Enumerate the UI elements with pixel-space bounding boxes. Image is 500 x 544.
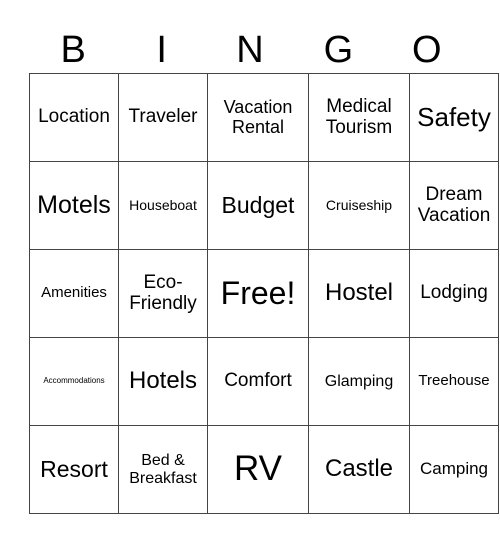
grid-row: Motels Houseboat Budget Cruiseship Dream Vac… [29, 161, 499, 250]
header-letter-n: N [236, 29, 264, 71]
bingo-cell[interactable]: Amenities [29, 249, 119, 338]
bingo-cell[interactable]: Safety [409, 73, 499, 162]
bingo-cell[interactable]: Comfort [207, 337, 309, 426]
header-letter-g: G [323, 29, 354, 71]
bingo-cell[interactable]: Vacation Rental [207, 73, 309, 162]
bingo-cell[interactable]: Camping [409, 425, 499, 514]
bingo-cell[interactable]: Hostel [308, 249, 410, 338]
bingo-cell[interactable]: Eco-Friendly [118, 249, 208, 338]
bingo-cell[interactable]: RV [207, 425, 309, 514]
header-letter-i: I [156, 29, 167, 71]
grid-row: Amenities Eco-Friendly Free! Hostel Lodging [29, 249, 499, 338]
header-letter-b: B [60, 29, 86, 71]
bingo-cell[interactable]: Accommodations [29, 337, 119, 426]
bingo-cell[interactable]: Hotels [118, 337, 208, 426]
bingo-grid: Location Traveler Vacation Rental Medical T… [29, 73, 499, 514]
bingo-cell[interactable]: Dream Vacation [409, 161, 499, 250]
free-space-cell[interactable]: Free! [207, 249, 309, 338]
bingo-cell[interactable]: Traveler [118, 73, 208, 162]
bingo-cell[interactable]: Resort [29, 425, 119, 514]
bingo-cell[interactable]: Bed & Breakfast [118, 425, 208, 514]
grid-row: Location Traveler Vacation Rental Medical T… [29, 73, 499, 162]
bingo-header: B I N G O [29, 28, 471, 72]
bingo-cell[interactable]: Motels [29, 161, 119, 250]
bingo-cell[interactable]: Medical Tourism [308, 73, 410, 162]
bingo-cell[interactable]: Glamping [308, 337, 410, 426]
grid-row: Resort Bed & Breakfast RV Castle Camping [29, 425, 499, 514]
bingo-cell[interactable]: Houseboat [118, 161, 208, 250]
bingo-cell[interactable]: Budget [207, 161, 309, 250]
bingo-cell[interactable]: Castle [308, 425, 410, 514]
grid-row: Accommodations Hotels Comfort Glamping Treeh… [29, 337, 499, 426]
header-letter-o: O [412, 29, 442, 71]
bingo-cell[interactable]: Location [29, 73, 119, 162]
bingo-cell[interactable]: Treehouse [409, 337, 499, 426]
bingo-cell[interactable]: Lodging [409, 249, 499, 338]
bingo-cell[interactable]: Cruiseship [308, 161, 410, 250]
